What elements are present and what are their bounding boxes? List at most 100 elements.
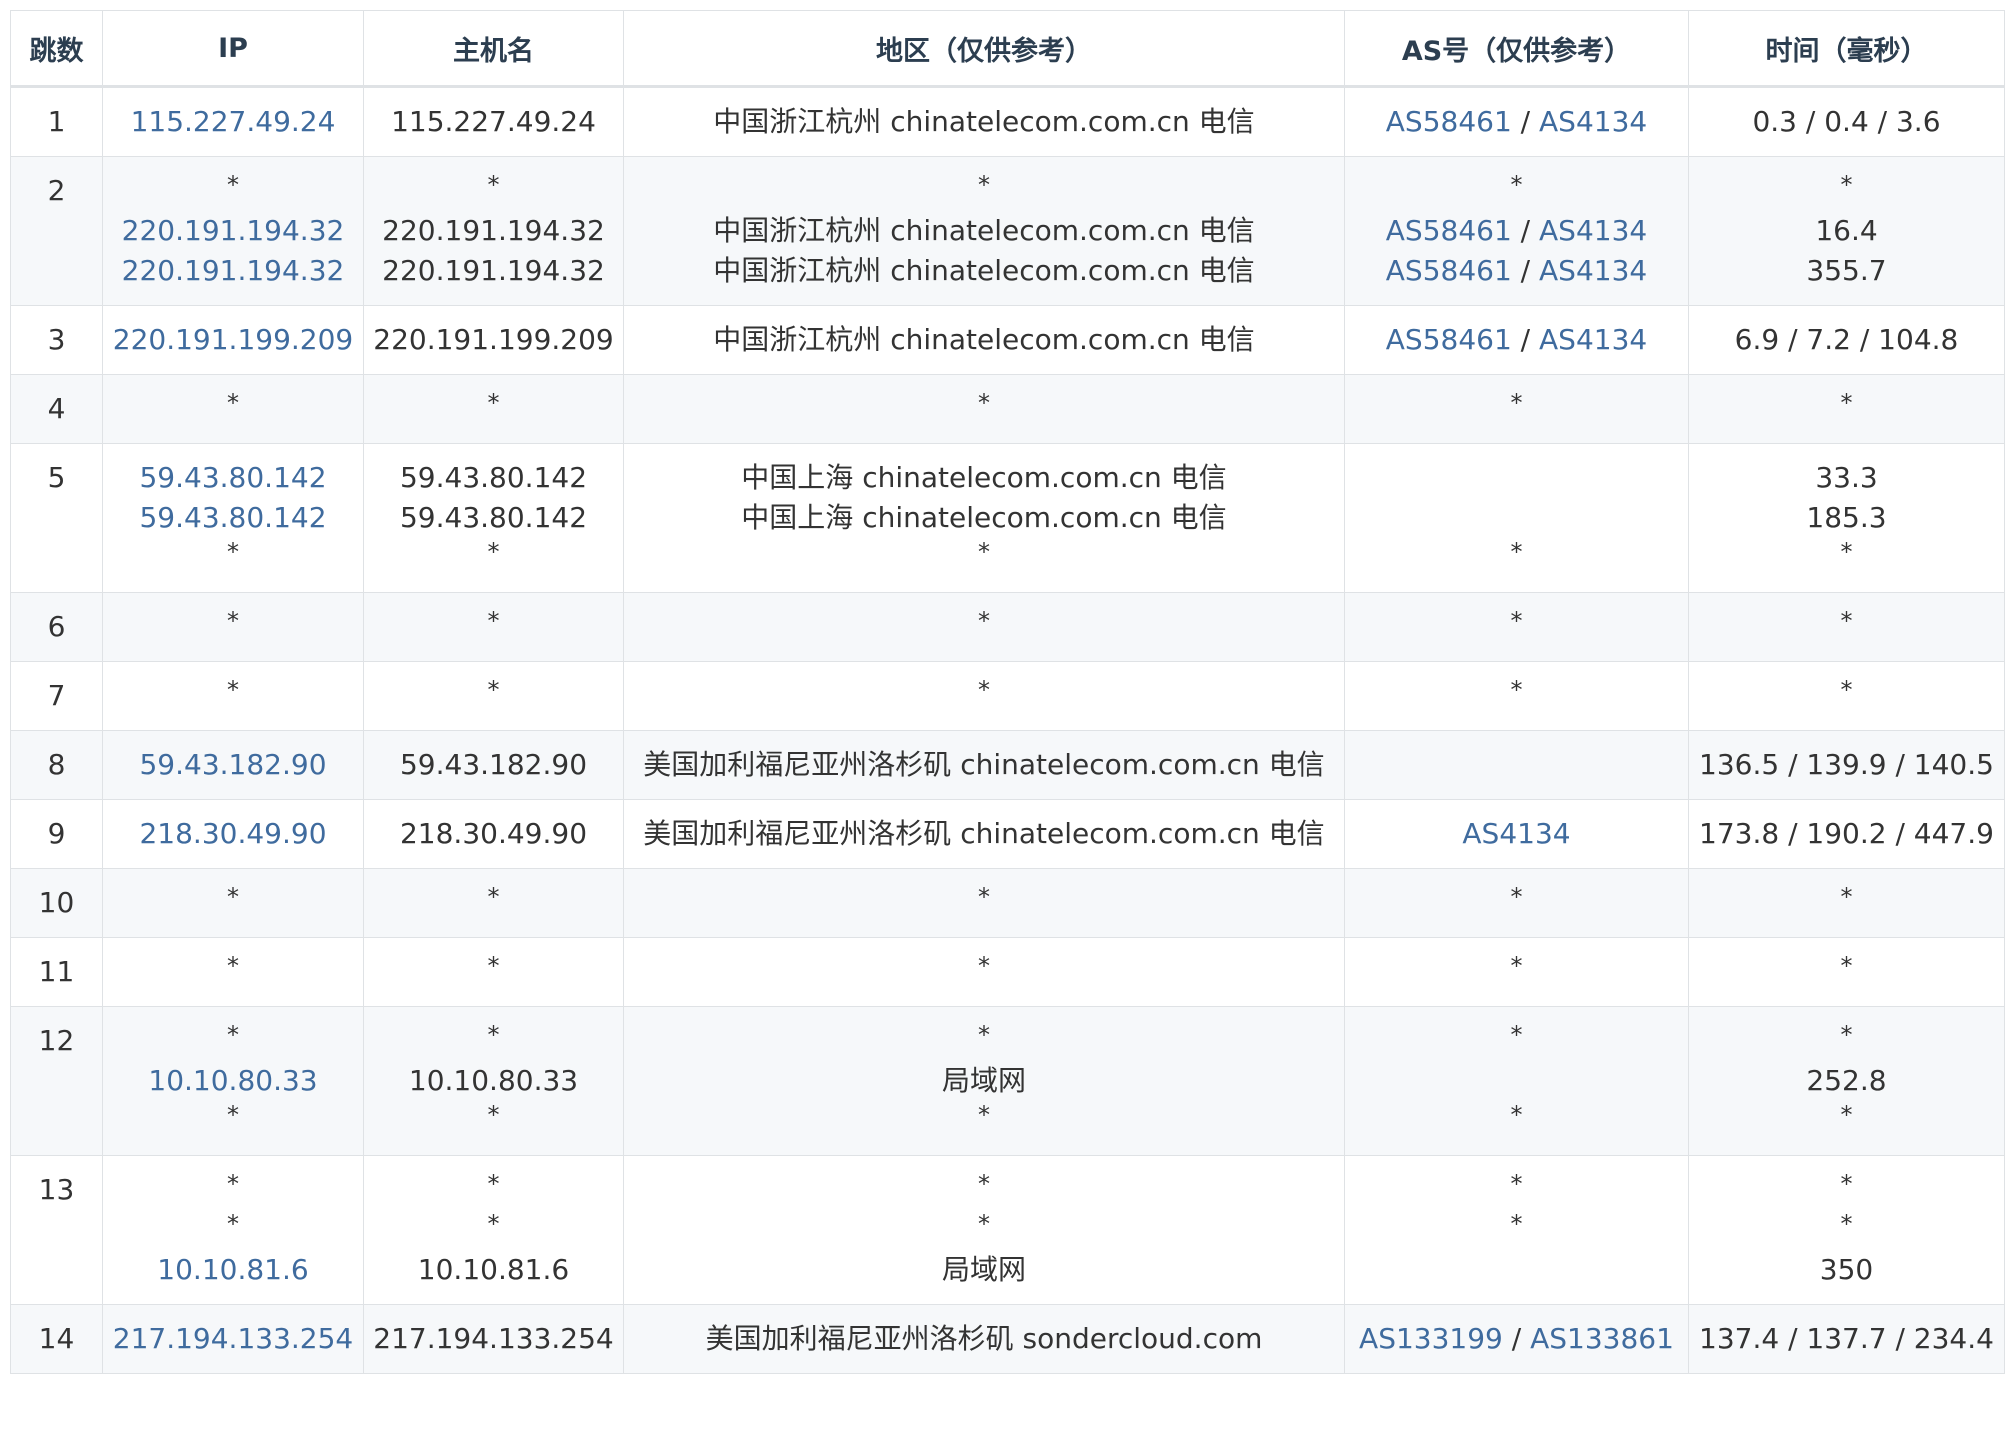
table-row: 10 * * * * * — [10, 868, 2005, 938]
timeout-marker: * — [978, 538, 990, 566]
ip-link[interactable]: 10.10.80.33 — [148, 1064, 317, 1097]
hop-number: 6 — [10, 592, 103, 662]
as-link[interactable]: AS133861 — [1530, 1322, 1674, 1355]
as-line: * — [1349, 607, 1684, 647]
timeout-marker: * — [487, 676, 500, 704]
ip-cell: 115.227.49.24 — [102, 86, 364, 157]
region-line: * — [628, 538, 1340, 578]
timeout-marker: * — [227, 1101, 239, 1129]
hostname-text: 10.10.81.6 — [417, 1253, 570, 1286]
time-line: 350 — [1693, 1250, 2000, 1290]
ip-line: 59.43.80.142 — [107, 498, 359, 538]
hop-number: 14 — [10, 1304, 103, 1374]
ip-line: * — [107, 607, 359, 647]
as-link[interactable]: AS58461 — [1386, 214, 1512, 247]
timeout-marker: * — [1510, 1210, 1523, 1238]
as-line — [1349, 1250, 1684, 1290]
timeout-marker: * — [1840, 1170, 1853, 1198]
as-link[interactable]: AS4134 — [1539, 323, 1647, 356]
ip-cell: * — [102, 374, 364, 444]
timeout-marker: * — [1840, 883, 1853, 911]
time-cell: 0.3 / 0.4 / 3.6 — [1688, 86, 2005, 157]
as-link[interactable]: AS58461 — [1386, 254, 1512, 287]
region-line: * — [628, 389, 1340, 429]
as-cell: * — [1344, 937, 1689, 1007]
ip-link[interactable]: 59.43.182.90 — [139, 748, 326, 781]
as-line: AS58461 / AS4134 — [1349, 251, 1684, 291]
hostname-line: 10.10.80.33 — [368, 1061, 619, 1101]
region-cell: * — [623, 592, 1345, 662]
hostname-line: 218.30.49.90 — [368, 814, 619, 854]
time-cell: * — [1688, 661, 2005, 731]
hostname-line: 115.227.49.24 — [368, 102, 619, 142]
region-cell: * * 局域网 — [623, 1155, 1345, 1305]
ip-link[interactable]: 217.194.133.254 — [113, 1322, 353, 1355]
as-line: * — [1349, 1021, 1684, 1061]
as-link[interactable]: AS58461 — [1386, 323, 1512, 356]
time-line: * — [1693, 952, 2000, 992]
ip-link[interactable]: 220.191.199.209 — [113, 323, 353, 356]
ip-line: 220.191.199.209 — [107, 320, 359, 360]
as-cell: AS58461 / AS4134 — [1344, 86, 1689, 157]
ip-link[interactable]: 218.30.49.90 — [139, 817, 326, 850]
as-link[interactable]: AS4134 — [1539, 254, 1647, 287]
ip-link[interactable]: 59.43.80.142 — [139, 501, 326, 534]
as-link[interactable]: AS4134 — [1539, 105, 1647, 138]
ip-link[interactable]: 220.191.194.32 — [122, 214, 345, 247]
hostname-line: 220.191.199.209 — [368, 320, 619, 360]
hostname-line: 220.191.194.32 — [368, 211, 619, 251]
ip-link[interactable]: 220.191.194.32 — [122, 254, 345, 287]
as-link[interactable]: AS133199 — [1359, 1322, 1503, 1355]
region-text: 中国浙江杭州 chinatelecom.com.cn 电信 — [713, 254, 1255, 287]
time-cell: * 16.4 355.7 — [1688, 156, 2005, 306]
as-cell: * — [1344, 868, 1689, 938]
timeout-marker: * — [227, 389, 239, 417]
ip-cell: * — [102, 868, 364, 938]
header-region: 地区（仅供参考） — [623, 10, 1345, 88]
hostname-line: * — [368, 1021, 619, 1061]
ip-link[interactable]: 115.227.49.24 — [131, 105, 336, 138]
ip-link[interactable]: 59.43.80.142 — [139, 461, 326, 494]
region-text: 中国上海 chinatelecom.com.cn 电信 — [741, 461, 1227, 494]
timeout-marker: * — [978, 171, 990, 199]
timeout-marker: * — [978, 1101, 990, 1129]
table-row: 1 115.227.49.24 115.227.49.24 中国浙江杭州 chinat… — [10, 86, 2005, 157]
time-cell: 136.5 / 139.9 / 140.5 — [1688, 730, 2005, 800]
timeout-marker: * — [1840, 538, 1853, 566]
header-hop: 跳数 — [10, 10, 103, 88]
timeout-marker: * — [487, 538, 500, 566]
hostname-cell: * — [363, 374, 624, 444]
hop-number: 1 — [10, 86, 103, 157]
ip-link[interactable]: 10.10.81.6 — [157, 1253, 308, 1286]
table-row: 5 59.43.80.142 59.43.80.142 * 59.43.80.142 59… — [10, 443, 2005, 593]
timeout-marker: * — [487, 607, 500, 635]
hop-number: 3 — [10, 305, 103, 375]
timeout-marker: * — [227, 952, 239, 980]
region-text: 美国加利福尼亚州洛杉矶 chinatelecom.com.cn 电信 — [643, 748, 1325, 781]
as-link[interactable]: AS58461 — [1386, 105, 1512, 138]
timeout-marker: * — [978, 607, 990, 635]
as-line: AS133199 / AS133861 — [1349, 1319, 1684, 1359]
hostname-text: 115.227.49.24 — [391, 105, 596, 138]
timeout-marker: * — [1840, 171, 1853, 199]
time-cell: 33.3 185.3 * — [1688, 443, 2005, 593]
as-link[interactable]: AS4134 — [1539, 214, 1647, 247]
hostname-line: 59.43.80.142 — [368, 498, 619, 538]
time-text: 252.8 — [1806, 1064, 1887, 1097]
timeout-marker: * — [487, 1210, 500, 1238]
time-cell: 6.9 / 7.2 / 104.8 — [1688, 305, 2005, 375]
region-line: * — [628, 1210, 1340, 1250]
as-link[interactable]: AS4134 — [1462, 817, 1570, 850]
region-line: 中国浙江杭州 chinatelecom.com.cn 电信 — [628, 251, 1340, 291]
time-line: * — [1693, 389, 2000, 429]
hop-number: 8 — [10, 730, 103, 800]
timeout-marker: * — [227, 1021, 239, 1049]
hostname-line: 220.191.194.32 — [368, 251, 619, 291]
as-cell — [1344, 730, 1689, 800]
hop-number: 9 — [10, 799, 103, 869]
hostname-cell: * — [363, 937, 624, 1007]
hostname-line: * — [368, 171, 619, 211]
timeout-marker: * — [978, 952, 990, 980]
region-text: 局域网 — [941, 1064, 1026, 1097]
time-text: 6.9 / 7.2 / 104.8 — [1734, 323, 1959, 356]
